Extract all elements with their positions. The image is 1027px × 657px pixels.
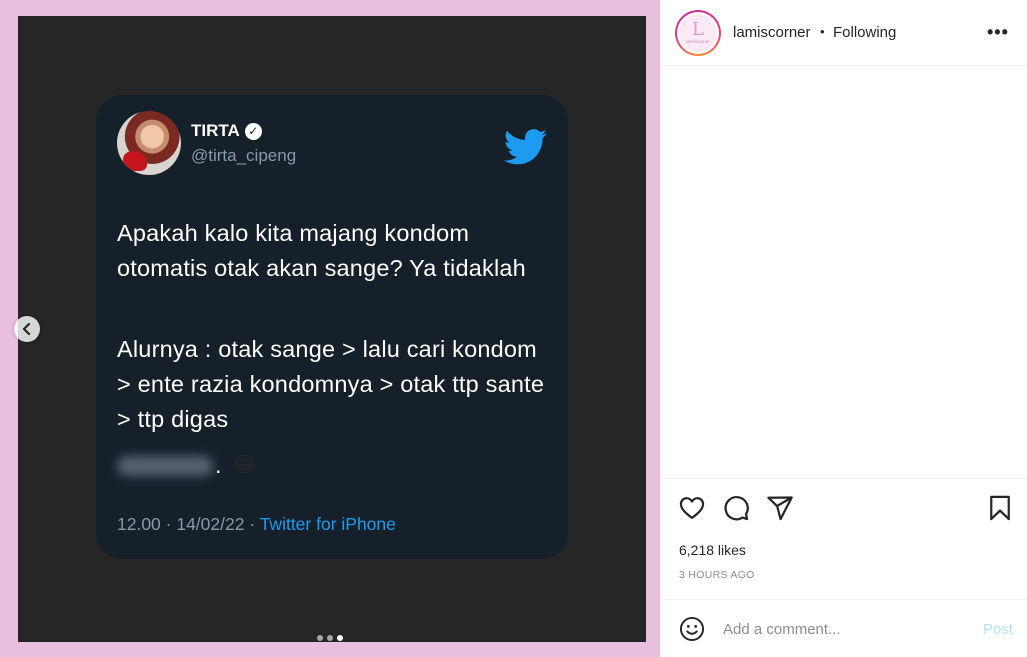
blurred-text — [117, 455, 213, 476]
verified-badge-icon: ✓ — [244, 122, 262, 140]
comment-bar: Post — [661, 599, 1027, 657]
post-image[interactable]: TIRTA ✓ @tirta_cipeng Apakah kalo kita m… — [18, 16, 646, 642]
carousel-dot — [317, 635, 323, 641]
username-link[interactable]: lamiscorner — [733, 24, 811, 41]
media-frame: TIRTA ✓ @tirta_cipeng Apakah kalo kita m… — [0, 0, 660, 657]
tweet-blurred-line: . 😂 — [117, 448, 257, 483]
tweet-source: Twitter for iPhone — [259, 514, 396, 534]
tweet-handle: @tirta_cipeng — [191, 146, 297, 165]
header-separator: • — [820, 24, 825, 39]
post-side-panel: L lamiscorner lamiscorner • Following ••… — [660, 0, 1027, 657]
tweet-paragraph-1: Apakah kalo kita majang kondom otomatis … — [117, 220, 526, 281]
avatar-logo: L lamiscorner — [679, 14, 717, 52]
laughing-emoji-icon: 😂 — [231, 453, 258, 478]
carousel-indicator — [317, 635, 343, 641]
comments-area[interactable] — [661, 66, 1027, 478]
avatar-logo-letter: L — [692, 19, 704, 40]
comment-input[interactable] — [723, 618, 963, 640]
carousel-prev-button[interactable] — [14, 316, 40, 342]
more-options-button[interactable]: ••• — [987, 22, 1009, 43]
blurred-suffix: . — [215, 452, 222, 478]
twitter-bird-icon — [504, 129, 547, 165]
post-comment-button[interactable]: Post — [983, 621, 1013, 638]
share-icon[interactable] — [766, 494, 794, 522]
tweet-card: TIRTA ✓ @tirta_cipeng Apakah kalo kita m… — [96, 95, 568, 559]
post-header: L lamiscorner lamiscorner • Following ••… — [661, 0, 1027, 66]
avatar[interactable]: L lamiscorner — [675, 10, 721, 56]
avatar-logo-caption: lamiscorner — [686, 39, 710, 44]
post-timestamp: 3 HOURS AGO — [679, 569, 755, 581]
post-actions: 6,218 likes 3 HOURS AGO — [661, 478, 1027, 598]
tweet-author-name: TIRTA — [191, 121, 240, 140]
chevron-left-icon — [22, 323, 31, 335]
emoji-icon[interactable] — [679, 616, 705, 642]
tweet-timestamp: 12.00 · 14/02/22 · — [117, 514, 260, 534]
tweet-name-row: TIRTA ✓ — [191, 121, 262, 141]
carousel-dot-active — [337, 635, 343, 641]
tweet-paragraph-2: Alurnya : otak sange > lalu cari kondom … — [117, 336, 545, 432]
likes-count[interactable]: 6,218 likes — [679, 542, 746, 558]
bookmark-icon[interactable] — [986, 494, 1014, 522]
comment-icon[interactable] — [722, 494, 750, 522]
tweet-meta: 12.00 · 14/02/22 · Twitter for iPhone — [117, 514, 396, 535]
tweet-avatar — [117, 111, 181, 175]
heart-icon[interactable] — [678, 494, 706, 522]
following-button[interactable]: Following — [833, 24, 896, 41]
carousel-dot — [327, 635, 333, 641]
